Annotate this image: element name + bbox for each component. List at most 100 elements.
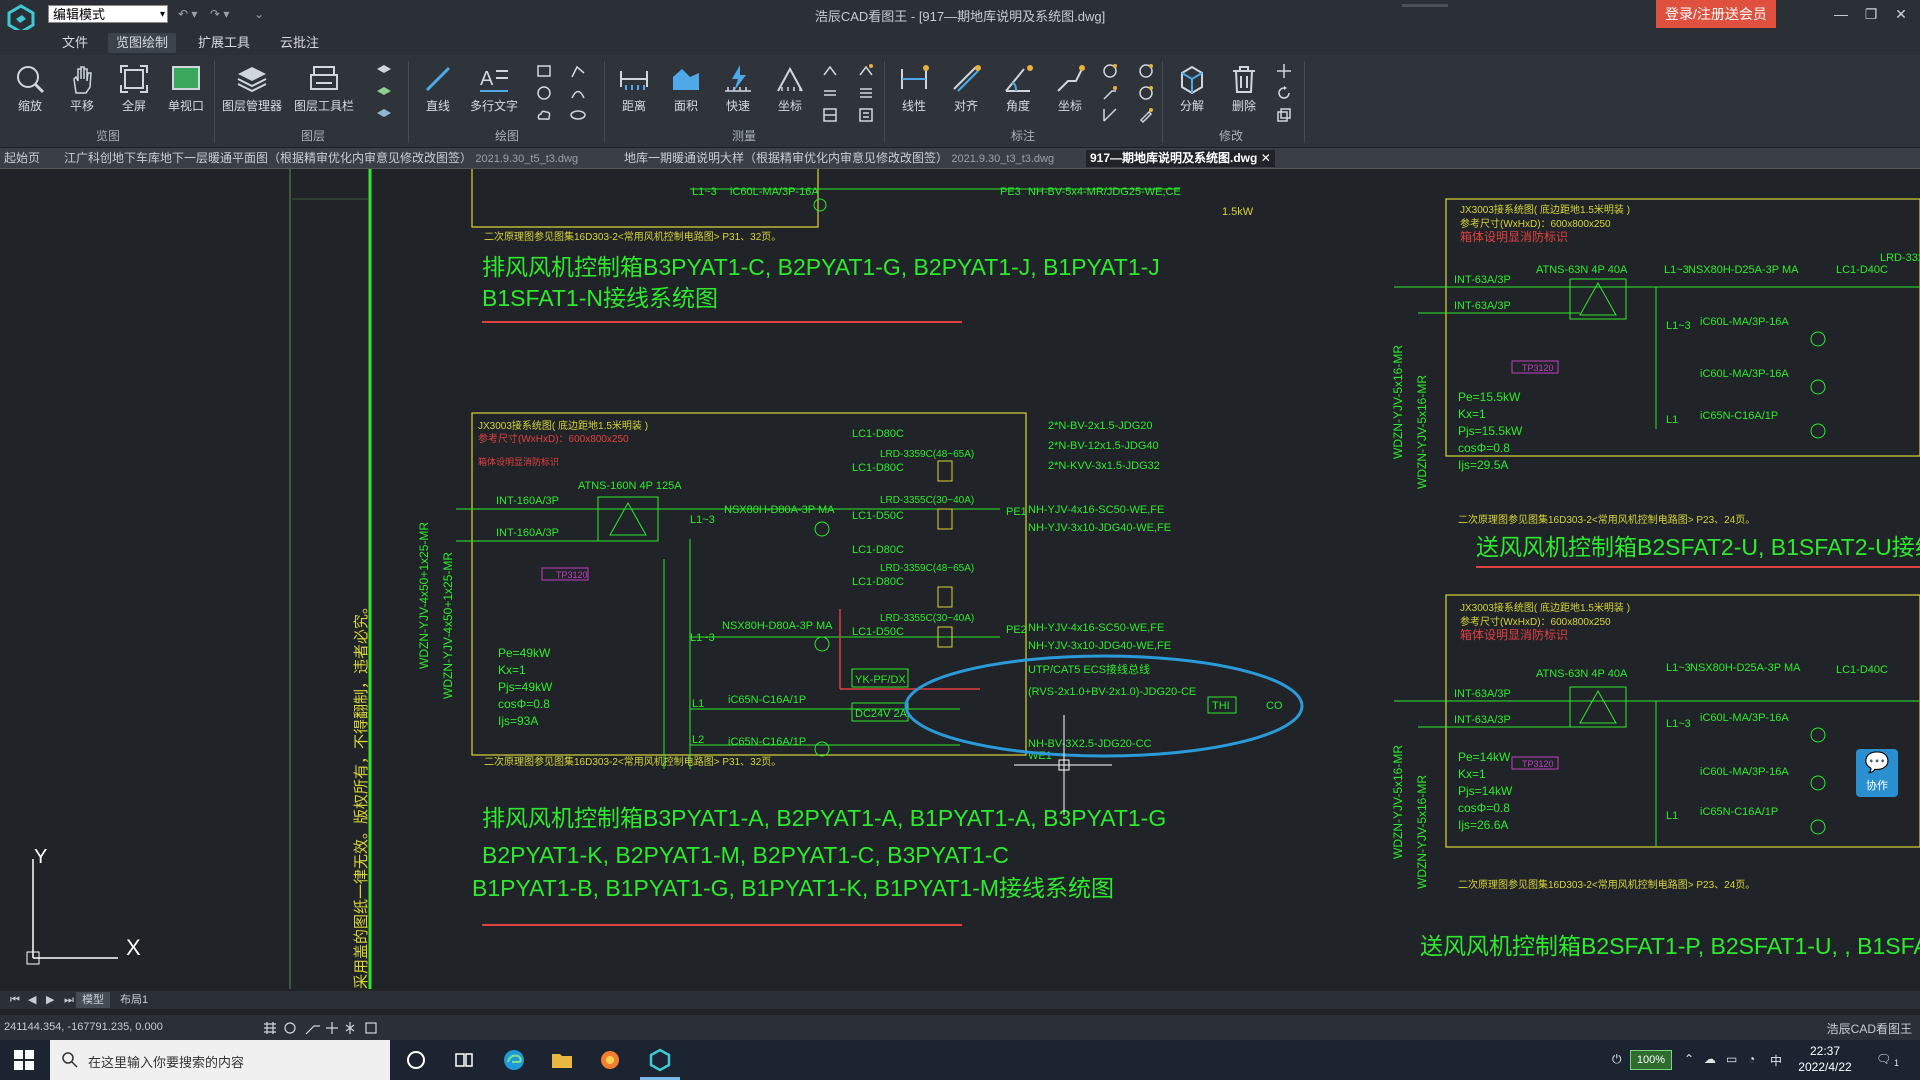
polar-icon[interactable] — [345, 1022, 355, 1034]
clock[interactable]: 22:37 2022/4/22 — [1790, 1043, 1860, 1075]
ortho-icon[interactable] — [305, 1025, 320, 1035]
measure-radius-icon[interactable] — [822, 85, 838, 101]
layer-toolbar-button[interactable]: 图层工具栏 — [290, 61, 358, 127]
login-button[interactable]: 登录/注册送会员 — [1656, 0, 1776, 28]
fullscreen-button[interactable]: 全屏 — [108, 61, 160, 127]
chevron-up-icon[interactable]: ⌃ — [1684, 1052, 1694, 1066]
tab-file-2[interactable]: 地库一期暖通说明大样（根据精审优化内审意见修改改图签） 2021.9.30_t3… — [624, 150, 1054, 167]
haochen-cad-taskbar-icon[interactable] — [648, 1048, 672, 1072]
group-label-view: 览图 — [95, 129, 120, 143]
tab-layout1[interactable]: 布局1 — [114, 992, 154, 1008]
delete-button[interactable]: 删除 — [1218, 61, 1270, 127]
area-label: 面积 — [673, 99, 698, 113]
title-bar: 编辑模式 ▾ ↶ ▾ ↷ ▾ ⌄ 浩辰CAD看图王 - [917—期地库说明及系统… — [0, 0, 1920, 34]
ellipse-icon[interactable] — [570, 107, 586, 123]
layer-state-icon[interactable] — [376, 63, 392, 79]
ime-indicator[interactable]: 中 — [1770, 1052, 1782, 1069]
measure-list-icon[interactable] — [858, 107, 874, 123]
edge-icon[interactable] — [502, 1048, 526, 1072]
power-icon[interactable]: ⏻ — [1612, 1052, 1622, 1067]
restore-button[interactable]: ❐ — [1856, 2, 1886, 26]
menu-file[interactable]: 文件 — [54, 33, 96, 53]
layer-manager-label: 图层管理器 — [221, 99, 282, 113]
cortana-icon[interactable] — [404, 1048, 428, 1072]
undo-icon[interactable]: ↶ ▾ — [178, 7, 197, 21]
layer-off-icon[interactable] — [376, 107, 392, 123]
tab-file-3[interactable]: 917—期地库说明及系统图.dwg ✕ — [1086, 150, 1275, 167]
measure-grid-icon[interactable] — [822, 107, 838, 123]
aligned-dim-button[interactable]: 对齐 — [940, 61, 992, 127]
osnap-icon[interactable] — [326, 1022, 338, 1034]
battery-tray-icon[interactable]: ▭ — [1726, 1052, 1737, 1066]
linear-dim-button[interactable]: 线性 — [888, 61, 940, 127]
cloud-tray-icon[interactable]: ☁ — [1704, 1052, 1716, 1066]
measure-table-icon[interactable] — [858, 85, 874, 101]
line-button[interactable]: 直线 — [412, 61, 464, 127]
distance-label: 距离 — [621, 99, 646, 113]
drawing-canvas[interactable]: 采用盖的图纸一律无效。版权所有，不得翻制，违者必究。 Y X L1~3 iC60… — [0, 169, 1920, 991]
grid-icon[interactable] — [264, 1022, 276, 1034]
tab-model[interactable]: 模型 — [76, 992, 110, 1008]
margin-notice: 采用盖的图纸一律无效。版权所有，不得翻制，违者必究。 — [353, 599, 370, 989]
cable-5: NH-YJV-3x10-JDG40-WE,FE — [1028, 522, 1171, 534]
notification-icon[interactable]: 🗨 — [1876, 1052, 1891, 1066]
file-explorer-icon[interactable] — [550, 1048, 574, 1072]
menu-view-draw[interactable]: 览图绘制 — [108, 33, 177, 53]
cloud-icon[interactable] — [536, 107, 552, 123]
arc-length-icon[interactable] — [1102, 107, 1118, 123]
redo-icon[interactable]: ↷ ▾ — [210, 7, 229, 21]
rectangle-icon[interactable] — [536, 63, 552, 79]
polyline-icon[interactable] — [570, 63, 586, 79]
single-viewport-button[interactable]: 单视口 — [160, 61, 212, 127]
cable-vertical-mid1: WDZN-YJV-4x50+1x25-MR — [417, 522, 431, 669]
angle-dim-button[interactable]: 角度 — [992, 61, 1044, 127]
cad-drawing[interactable]: 采用盖的图纸一律无效。版权所有，不得翻制，违者必究。 Y X L1~3 iC60… — [0, 169, 1920, 991]
close-window-button[interactable]: ✕ — [1886, 2, 1916, 26]
measure-arc-icon[interactable] — [822, 63, 838, 79]
mtext-button[interactable]: A 多行文字 — [464, 61, 524, 127]
radius-dim-icon[interactable] — [1102, 63, 1118, 79]
wifi-icon[interactable]: ◔ — [1748, 1052, 1755, 1066]
battery-indicator[interactable]: 100% — [1630, 1050, 1672, 1070]
annotation-edit-icon[interactable] — [1138, 107, 1154, 123]
tab-file-1[interactable]: 江广科创地下车库地下一层暖通平面图（根据精审优化内审意见修改改图签） 2021.… — [64, 150, 578, 167]
tab-close-icon[interactable]: ✕ — [1261, 151, 1271, 165]
quick-measure-button[interactable]: 快速 — [712, 61, 764, 127]
pan-button[interactable]: 平移 — [56, 61, 108, 127]
tab-start-page[interactable]: 起始页 — [4, 150, 40, 167]
menu-extend-tools[interactable]: 扩展工具 — [190, 33, 258, 53]
coord-measure-button[interactable]: 坐标 — [764, 61, 816, 127]
leader-icon[interactable] — [1102, 85, 1118, 101]
explode-button[interactable]: 分解 — [1166, 61, 1218, 127]
mode-select[interactable]: 编辑模式 ▾ — [48, 5, 168, 23]
snap-icon[interactable] — [284, 1022, 296, 1034]
cooperate-button[interactable]: 💬 协作 — [1856, 749, 1898, 797]
menu-cloud-annotate[interactable]: 云批注 — [272, 33, 327, 53]
continue-dim-icon[interactable] — [1138, 85, 1154, 101]
fullview-icon[interactable] — [365, 1022, 377, 1034]
task-view-icon[interactable] — [452, 1048, 476, 1072]
clock-time: 22:37 — [1809, 1044, 1841, 1058]
diameter-dim-icon[interactable] — [1138, 63, 1154, 79]
taskbar-search[interactable]: 在这里输入你要搜索的内容 — [50, 1040, 390, 1080]
customize-toolbar-icon[interactable]: ⌄ — [254, 7, 264, 21]
layer-manager-button[interactable]: 图层管理器 — [218, 61, 286, 127]
minimize-button[interactable]: — — [1826, 2, 1856, 26]
app-icon[interactable] — [598, 1048, 622, 1072]
circle-icon[interactable] — [536, 85, 552, 101]
title-right-1: 送风风机控制箱B2SFAT2-U, B1SFAT2-U接线 — [1476, 534, 1920, 560]
zoom-button[interactable]: 缩放 — [4, 61, 56, 127]
arc-icon[interactable] — [570, 85, 586, 101]
coord-dim-button[interactable]: 坐标 — [1044, 61, 1096, 127]
move-icon[interactable] — [1276, 63, 1292, 79]
menu-bar: 文件 览图绘制 扩展工具 云批注 – ❐ ✕ — [0, 30, 1920, 77]
layer-toolbar-label: 图层工具栏 — [293, 99, 354, 113]
measure-count-icon[interactable] — [858, 63, 874, 79]
distance-button[interactable]: 距离 — [608, 61, 660, 127]
label-ic65n-2: iC65N-C16A/1P — [728, 736, 806, 748]
copy-icon[interactable] — [1276, 107, 1292, 123]
rotate-icon[interactable] — [1276, 85, 1292, 101]
area-button[interactable]: 面积 — [660, 61, 712, 127]
layer-isolate-icon[interactable] — [376, 85, 392, 101]
windows-start-icon[interactable] — [12, 1048, 36, 1072]
